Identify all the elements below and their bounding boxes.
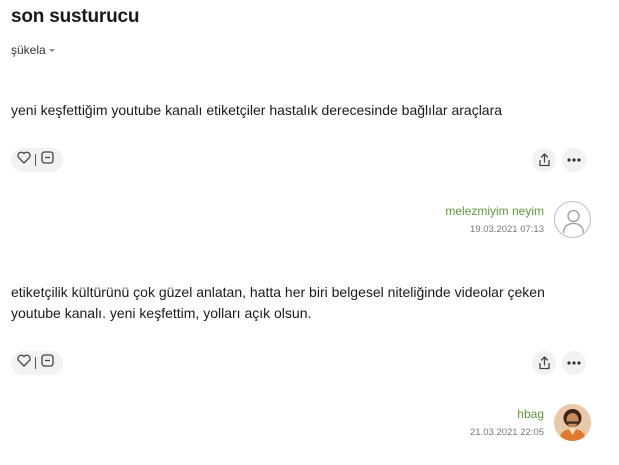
share-icon bbox=[538, 153, 550, 167]
chevron-down-icon bbox=[48, 49, 55, 52]
share-icon bbox=[538, 356, 550, 370]
sort-label: şükela bbox=[11, 43, 46, 57]
default-user-avatar[interactable] bbox=[554, 201, 591, 238]
more-dots-icon bbox=[567, 361, 581, 365]
minus-square-icon[interactable] bbox=[41, 151, 54, 169]
topic-page: son susturucu şükela yeni keşfettiğim yo… bbox=[0, 0, 619, 465]
topic-title[interactable]: son susturucu bbox=[11, 6, 140, 28]
entry-text: yeni keşfettiğim youtube kanalı etiketçi… bbox=[11, 102, 503, 118]
vote-controls bbox=[11, 351, 63, 375]
more-dots-icon bbox=[567, 158, 581, 162]
entry-date[interactable]: 21.03.2021 22:05 bbox=[470, 427, 544, 438]
divider bbox=[35, 357, 36, 369]
divider bbox=[35, 154, 36, 166]
entry-text: etiketçilik kültürünü çok güzel anlatan,… bbox=[11, 284, 545, 321]
photo-avatar[interactable] bbox=[554, 404, 591, 441]
share-button[interactable] bbox=[532, 351, 556, 375]
more-button[interactable] bbox=[562, 351, 586, 375]
vote-controls bbox=[11, 148, 63, 172]
minus-square-icon[interactable] bbox=[41, 354, 54, 372]
entry-date[interactable]: 19.03.2021 07:13 bbox=[470, 224, 544, 235]
share-button[interactable] bbox=[532, 148, 556, 172]
entry-author[interactable]: hbag bbox=[517, 407, 544, 421]
entry-author[interactable]: melezmiyim neyim bbox=[445, 204, 544, 218]
heart-icon[interactable] bbox=[17, 354, 31, 372]
heart-icon[interactable] bbox=[17, 151, 31, 169]
more-button[interactable] bbox=[562, 148, 586, 172]
sort-dropdown[interactable]: şükela bbox=[11, 43, 55, 57]
